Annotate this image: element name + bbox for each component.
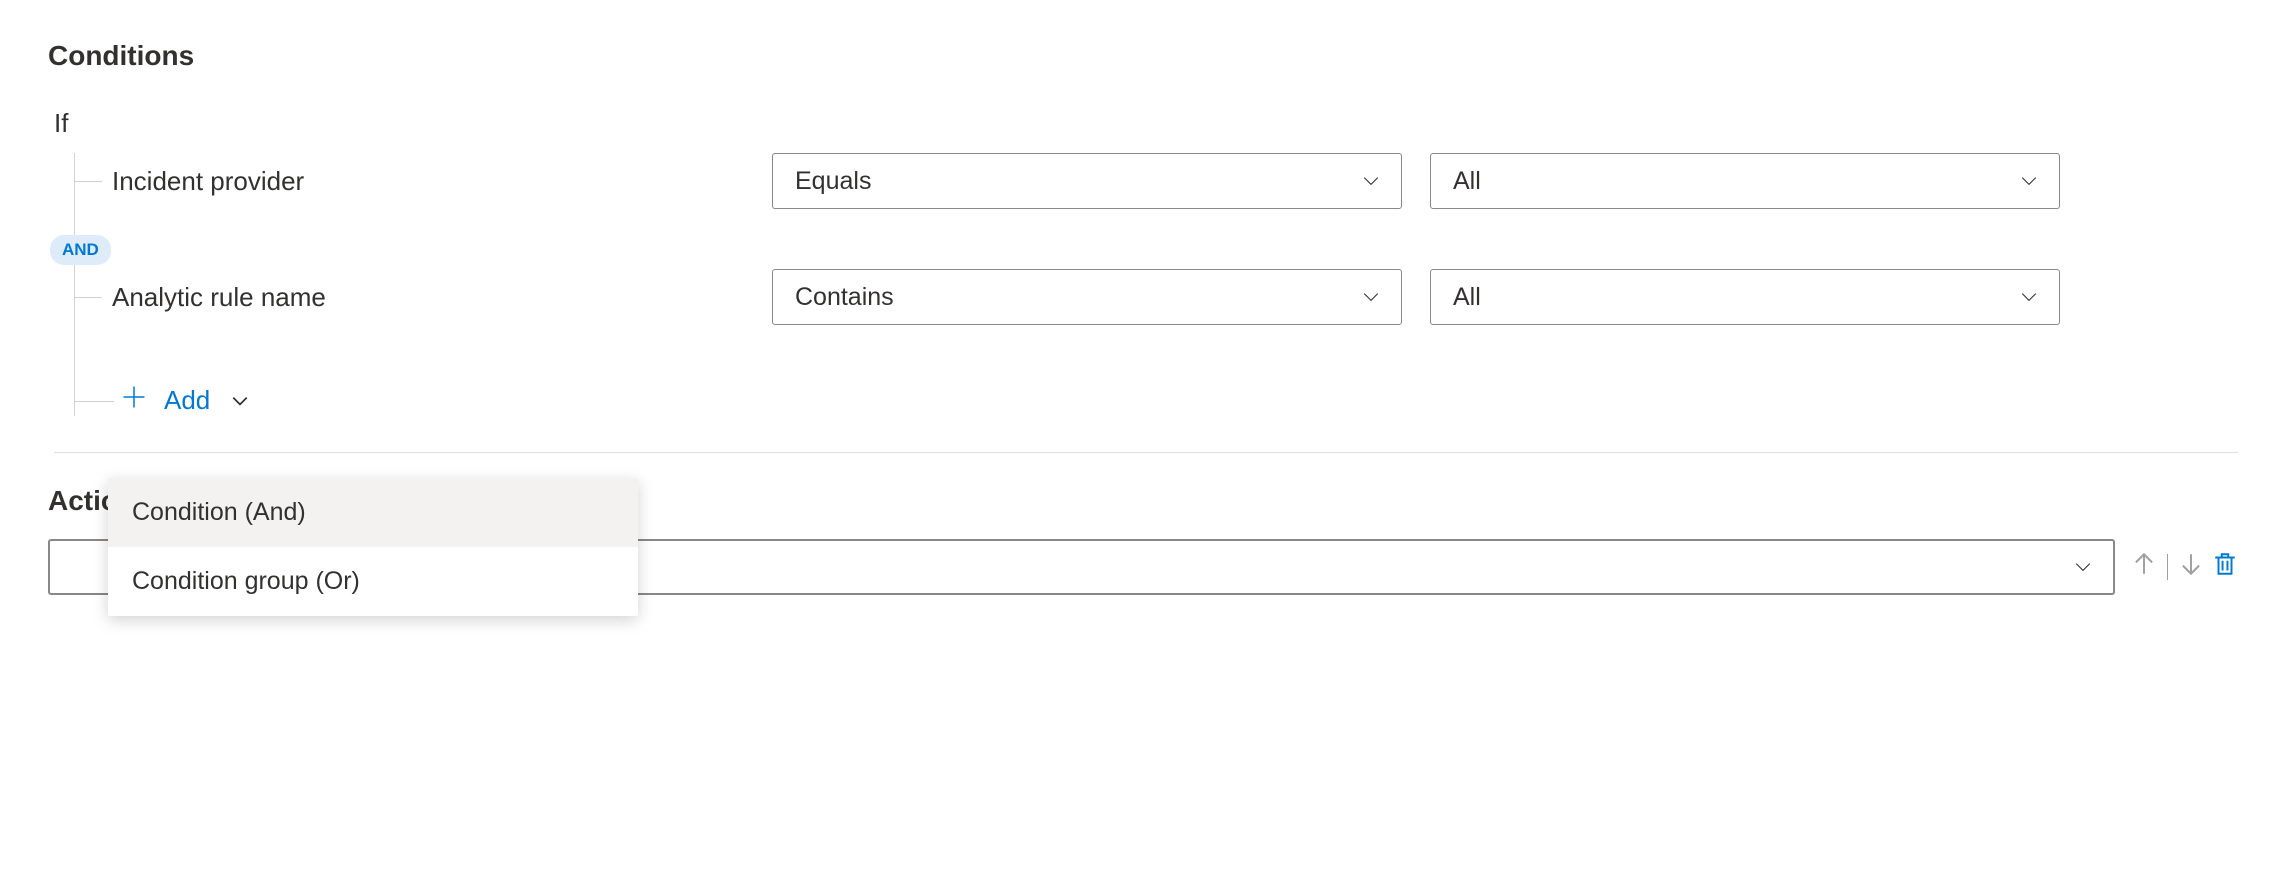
chevron-down-icon	[2017, 169, 2041, 193]
dropdown-value: All	[1453, 283, 1481, 312]
conditions-section: Conditions If AND Incident provider Equa…	[48, 40, 2238, 416]
separator	[2167, 554, 2168, 580]
operator-dropdown[interactable]: Equals	[772, 153, 1402, 209]
add-condition-row: Add	[74, 385, 2238, 416]
operator-value: Contains	[795, 283, 894, 312]
add-condition-button[interactable]: Add	[122, 385, 252, 416]
chevron-down-icon	[2071, 555, 2095, 579]
condition-label: Analytic rule name	[112, 282, 772, 313]
move-up-icon[interactable]	[2131, 551, 2157, 583]
chevron-down-icon	[1359, 169, 1383, 193]
add-dropdown-menu: Condition (And) Condition group (Or)	[108, 478, 638, 616]
menu-item-condition-group-or[interactable]: Condition group (Or)	[108, 547, 638, 616]
condition-label: Incident provider	[112, 166, 772, 197]
conditions-title: Conditions	[48, 40, 2238, 72]
delete-icon[interactable]	[2212, 551, 2238, 583]
value-dropdown[interactable]: All	[1430, 269, 2060, 325]
chevron-down-icon	[1359, 285, 1383, 309]
move-down-icon[interactable]	[2178, 551, 2204, 583]
chevron-down-icon	[228, 389, 252, 413]
plus-icon	[122, 385, 146, 416]
chevron-down-icon	[2017, 285, 2041, 309]
add-label: Add	[164, 385, 210, 416]
operator-dropdown[interactable]: Contains	[772, 269, 1402, 325]
if-label: If	[54, 108, 2238, 139]
menu-item-condition-and[interactable]: Condition (And)	[108, 478, 638, 547]
and-badge: AND	[50, 235, 111, 265]
conditions-tree: AND Incident provider Equals All Analyti…	[74, 153, 2238, 416]
condition-row: Incident provider Equals All	[74, 153, 2238, 209]
value-dropdown[interactable]: All	[1430, 153, 2060, 209]
operator-value: Equals	[795, 167, 871, 196]
action-reorder-controls	[2131, 551, 2238, 583]
dropdown-value: All	[1453, 167, 1481, 196]
condition-row: Analytic rule name Contains All	[74, 269, 2238, 325]
section-divider	[54, 452, 2238, 453]
